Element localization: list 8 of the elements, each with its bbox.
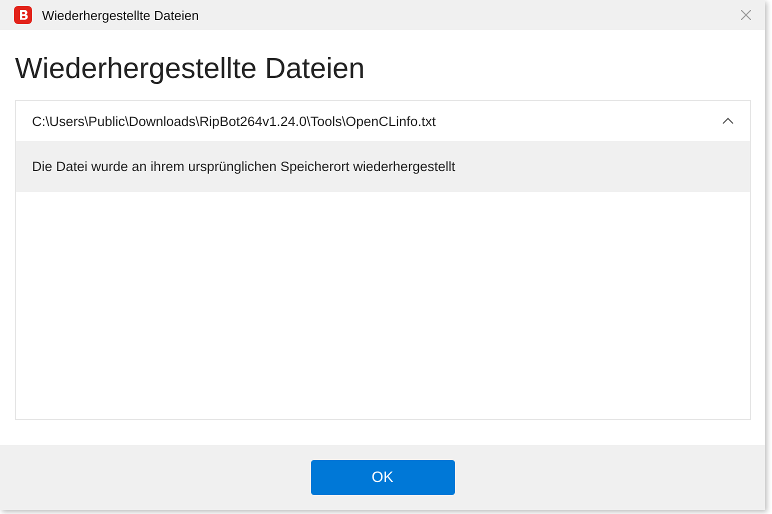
ok-button[interactable]: OK [310,460,454,496]
file-path: C:\Users\Public\Downloads\RipBot264v1.24.0\Tools\OpenCLinfo.txt [32,114,436,129]
window-title: Wiederhergestellte Dateien [42,8,200,23]
caret-icon[interactable] [722,117,734,126]
app-logo-icon [14,6,32,24]
dialog-heading: Wiederhergestellte Dateien [15,52,366,88]
file-row[interactable]: C:\Users\Public\Downloads\RipBot264v1.24.0\Tools\OpenCLinfo.txt [16,101,750,142]
detail-text: Die Datei wurde an ihrem ursprünglichen Speicherort wiederhergestellt [32,159,456,174]
